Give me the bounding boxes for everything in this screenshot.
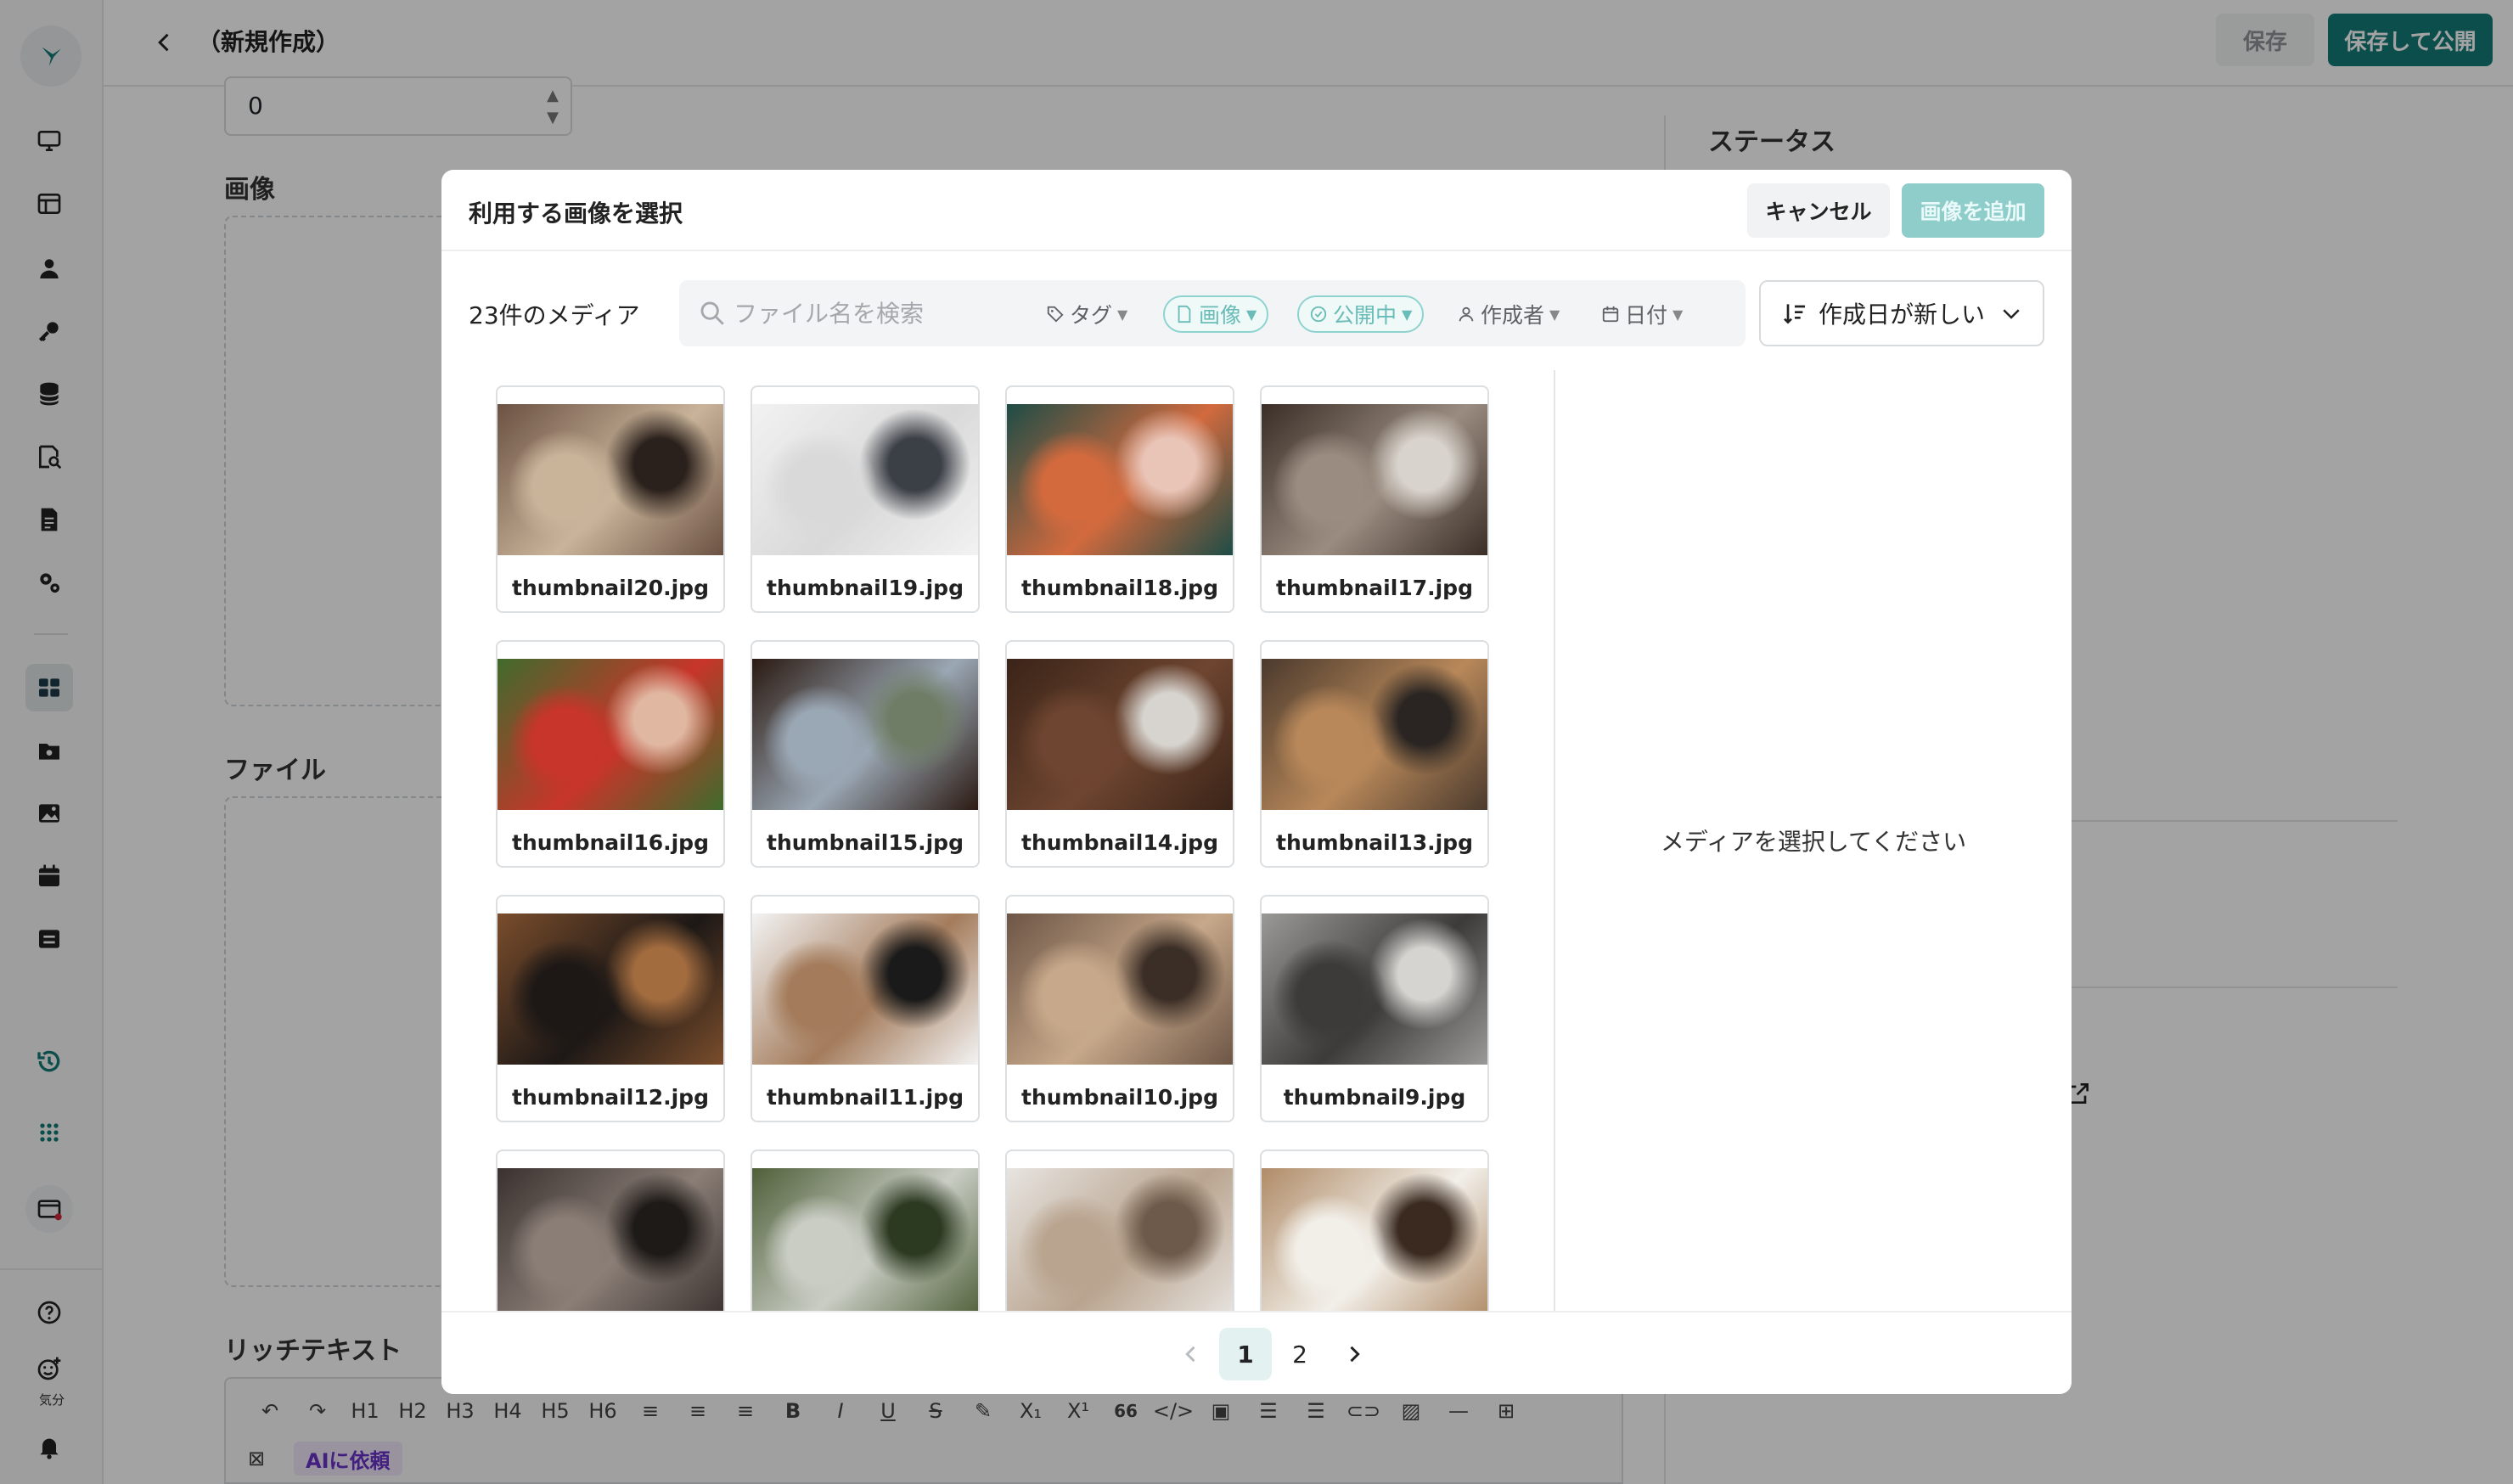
thumbnail-image	[1262, 1168, 1487, 1311]
media-thumbnail[interactable]	[751, 1150, 980, 1311]
thumbnail-image	[498, 1168, 723, 1311]
calendar-icon	[1602, 306, 1619, 323]
filter-bar: タグ ▼ 画像 ▼ 公開中 ▼ 作成者 ▼ 日付 ▼	[679, 280, 1746, 346]
thumbnail-filename: thumbnail9.jpg	[1283, 1085, 1466, 1110]
media-thumbnail[interactable]	[496, 1150, 725, 1311]
thumbnail-filename: thumbnail12.jpg	[512, 1085, 709, 1110]
check-circle-icon	[1310, 306, 1327, 323]
published-filter[interactable]: 公開中 ▼	[1297, 295, 1425, 333]
author-filter[interactable]: 作成者 ▼	[1447, 295, 1570, 333]
thumbnail-filename: thumbnail15.jpg	[767, 830, 964, 855]
thumbnail-image	[498, 913, 723, 1065]
media-grid: thumbnail20.jpg thumbnail19.jpg thumbnail1…	[441, 370, 1554, 1311]
media-count: 23件のメディア	[469, 301, 640, 329]
media-thumbnail[interactable]	[1260, 1150, 1489, 1311]
thumbnail-filename: thumbnail13.jpg	[1276, 830, 1473, 855]
tag-filter[interactable]: タグ ▼	[1036, 295, 1138, 333]
chevron-right-icon	[1350, 1346, 1360, 1363]
page-2-button[interactable]: 2	[1273, 1328, 1326, 1380]
thumbnail-image	[752, 404, 978, 555]
media-thumbnail[interactable]: thumbnail15.jpg	[751, 640, 980, 868]
chevron-down-icon	[2003, 309, 2020, 319]
sort-icon	[1784, 304, 1805, 324]
caret-down-icon: ▼	[1673, 306, 1684, 323]
sort-dropdown[interactable]: 作成日が新しい	[1759, 280, 2044, 346]
media-thumbnail[interactable]: thumbnail13.jpg	[1260, 640, 1489, 868]
media-thumbnail[interactable]: thumbnail12.jpg	[496, 895, 725, 1122]
date-filter[interactable]: 日付 ▼	[1591, 295, 1693, 333]
search-input[interactable]	[734, 292, 1005, 334]
media-thumbnail[interactable]: thumbnail14.jpg	[1005, 640, 1234, 868]
thumbnail-filename: thumbnail20.jpg	[512, 576, 709, 600]
caret-down-icon: ▼	[1402, 306, 1413, 323]
thumbnail-image	[752, 913, 978, 1065]
media-thumbnail[interactable]	[1005, 1150, 1234, 1311]
date-filter-label: 日付	[1625, 303, 1668, 328]
search-icon	[700, 301, 724, 325]
cancel-button[interactable]: キャンセル	[1747, 183, 1890, 238]
thumbnail-filename: thumbnail16.jpg	[512, 830, 709, 855]
image-type-filter[interactable]: 画像 ▼	[1163, 295, 1269, 333]
media-thumbnail[interactable]: thumbnail10.jpg	[1005, 895, 1234, 1122]
preview-empty-message: メディアを選択してください	[1660, 828, 1967, 856]
pagination: 1 2	[441, 1311, 2072, 1394]
next-page-button[interactable]	[1328, 1328, 1380, 1380]
media-thumbnail[interactable]: thumbnail11.jpg	[751, 895, 980, 1122]
media-thumbnail[interactable]: thumbnail18.jpg	[1005, 385, 1234, 613]
tag-icon	[1047, 306, 1064, 323]
sort-label: 作成日が新しい	[1819, 301, 1986, 329]
add-image-button[interactable]: 画像を追加	[1902, 183, 2044, 238]
person-icon	[1459, 306, 1474, 322]
thumbnail-filename: thumbnail18.jpg	[1021, 576, 1218, 600]
thumbnail-image	[1262, 404, 1487, 555]
thumbnail-image	[1007, 659, 1233, 810]
thumbnail-image	[1262, 659, 1487, 810]
thumbnail-filename: thumbnail17.jpg	[1276, 576, 1473, 600]
thumbnail-image	[1007, 913, 1233, 1065]
thumbnail-filename: thumbnail14.jpg	[1021, 830, 1218, 855]
prev-page-button[interactable]	[1165, 1328, 1217, 1380]
caret-down-icon: ▼	[1117, 306, 1128, 323]
media-thumbnail[interactable]: thumbnail19.jpg	[751, 385, 980, 613]
thumbnail-filename: thumbnail10.jpg	[1021, 1085, 1218, 1110]
thumbnail-image	[498, 404, 723, 555]
image-select-modal: 利用する画像を選択 キャンセル 画像を追加 23件のメディア タグ ▼ 画像 ▼…	[441, 170, 2072, 1394]
media-thumbnail[interactable]: thumbnail17.jpg	[1260, 385, 1489, 613]
file-icon	[1178, 305, 1191, 323]
thumbnail-filename: thumbnail11.jpg	[767, 1085, 964, 1110]
tag-filter-label: タグ	[1070, 303, 1113, 328]
media-thumbnail[interactable]: thumbnail20.jpg	[496, 385, 725, 613]
page-1-button[interactable]: 1	[1219, 1328, 1272, 1380]
modal-header: 利用する画像を選択 キャンセル 画像を追加	[441, 170, 2072, 251]
author-filter-label: 作成者	[1481, 303, 1545, 328]
thumbnail-image	[1262, 913, 1487, 1065]
image-type-filter-label: 画像	[1199, 303, 1242, 328]
caret-down-icon: ▼	[1549, 306, 1560, 323]
caret-down-icon: ▼	[1246, 306, 1257, 323]
thumbnail-image	[752, 659, 978, 810]
thumbnail-image	[752, 1168, 978, 1311]
modal-title: 利用する画像を選択	[469, 200, 683, 228]
chevron-left-icon	[1185, 1346, 1195, 1363]
thumbnail-image	[498, 659, 723, 810]
thumbnail-image	[1007, 1168, 1233, 1311]
thumbnail-image	[1007, 404, 1233, 555]
media-thumbnail[interactable]: thumbnail9.jpg	[1260, 895, 1489, 1122]
thumbnail-filename: thumbnail19.jpg	[767, 576, 964, 600]
published-filter-label: 公開中	[1333, 303, 1397, 328]
media-thumbnail[interactable]: thumbnail16.jpg	[496, 640, 725, 868]
